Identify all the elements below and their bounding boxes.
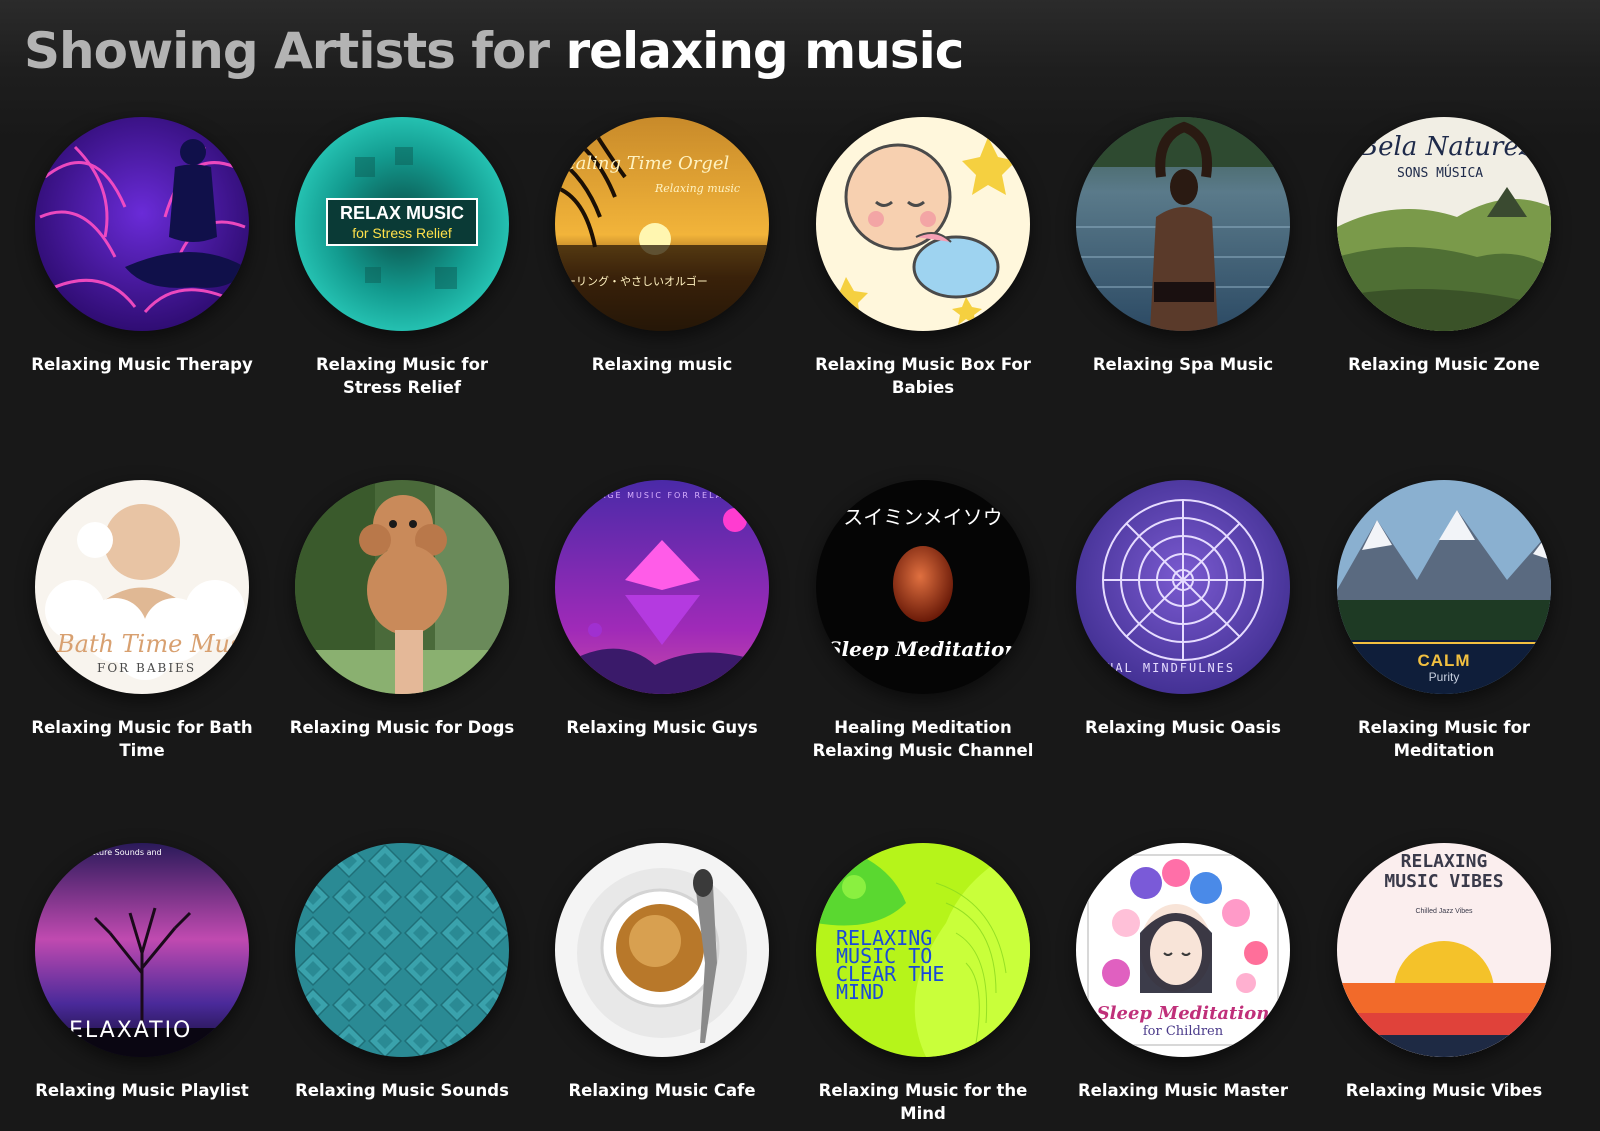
artist-grid: Relaxing Music Therapy RELAX MUSIC for S… — [0, 0, 1600, 1131]
sunset-palm-image[interactable]: ealing Time Orgel Relaxing music ーリング・やさ… — [555, 117, 769, 331]
purple-diamond-image[interactable]: AGE MUSIC FOR RELAX — [555, 480, 769, 694]
artist-card[interactable]: NAL MINDFULNES Relaxing Music Oasis — [1063, 480, 1303, 739]
artist-name[interactable]: Relaxing Music Guys — [547, 716, 777, 739]
sleeping-baby-image[interactable] — [816, 117, 1030, 331]
art-text: NAL MINDFULNES — [1106, 661, 1235, 675]
artist-name[interactable]: Relaxing Music Zone — [1329, 353, 1559, 376]
galaxy-tree-image[interactable]: Nature Sounds and ELAXATIO — [35, 843, 249, 1057]
artist-card[interactable]: Relaxing Music for Dogs — [282, 480, 522, 739]
artist-card[interactable]: CALM Purity Relaxing Music for Meditatio… — [1324, 480, 1564, 762]
flower-girl-image[interactable]: Sleep Meditation for Children — [1076, 843, 1290, 1057]
artist-card[interactable]: Relaxing Music Box For Babies — [803, 117, 1043, 399]
art-text: スイミンメイソウ — [843, 505, 1002, 529]
artist-name[interactable]: Relaxing Music for Stress Relief — [287, 353, 517, 399]
artist-card[interactable]: Relaxing Music Cafe — [542, 843, 782, 1102]
artist-name[interactable]: Relaxing Spa Music — [1068, 353, 1298, 376]
artist-name[interactable]: Relaxing Music Cafe — [547, 1079, 777, 1102]
artist-card[interactable]: RELAXING MUSIC VIBES Chilled Jazz Vibes … — [1324, 843, 1564, 1102]
artist-name[interactable]: Relaxing Music Vibes — [1329, 1079, 1559, 1102]
artist-card[interactable]: Relaxing Music Therapy — [22, 117, 262, 376]
meditation-figure-image[interactable] — [35, 117, 249, 331]
artist-card[interactable]: スイミンメイソウ Sleep Meditation Healing Medita… — [803, 480, 1043, 762]
art-text: SONS MÚSICA — [1397, 165, 1483, 181]
artist-name[interactable]: Relaxing Music for Bath Time — [27, 716, 257, 762]
artist-name[interactable]: Relaxing Music for Dogs — [287, 716, 517, 739]
art-text: MUSIC VIBES — [1384, 871, 1503, 892]
artist-name[interactable]: Relaxing Music Sounds — [287, 1079, 517, 1102]
neon-face-image[interactable]: RELAXING MUSIC TO CLEAR THE MIND — [816, 843, 1030, 1057]
artist-card[interactable]: ealing Time Orgel Relaxing music ーリング・やさ… — [542, 117, 782, 376]
artist-card[interactable]: AGE MUSIC FOR RELAX Relaxing Music Guys — [542, 480, 782, 739]
artist-name[interactable]: Relaxing Music Playlist — [27, 1079, 257, 1102]
artist-name[interactable]: Relaxing music — [547, 353, 777, 376]
relax-music-logo-image[interactable]: RELAX MUSIC for Stress Relief — [295, 117, 509, 331]
artist-name[interactable]: Relaxing Music Master — [1068, 1079, 1298, 1102]
mandala-image[interactable]: NAL MINDFULNES — [1076, 480, 1290, 694]
art-text: Relaxing music — [654, 182, 740, 195]
bath-baby-image[interactable]: Bath Time Mus FOR BABIES — [35, 480, 249, 694]
artist-card[interactable]: Bath Time Mus FOR BABIES Relaxing Music … — [22, 480, 262, 762]
sunset-stripes-image[interactable]: RELAXING MUSIC VIBES Chilled Jazz Vibes — [1337, 843, 1551, 1057]
art-text: ーリング・やさしいオルゴー — [565, 274, 708, 288]
red-moon-image[interactable]: スイミンメイソウ Sleep Meditation — [816, 480, 1030, 694]
art-text: for Stress Relief — [352, 225, 452, 241]
green-landscape-image[interactable]: Bela Naturez SONS MÚSICA — [1337, 117, 1551, 331]
art-text: Bela Naturez — [1358, 132, 1533, 162]
artist-card[interactable]: Relaxing Music Sounds — [282, 843, 522, 1102]
art-text: MIND — [836, 980, 884, 1004]
artist-card[interactable]: Nature Sounds and ELAXATIO Relaxing Musi… — [22, 843, 262, 1102]
artist-name[interactable]: Healing Meditation Relaxing Music Channe… — [808, 716, 1038, 762]
artist-card[interactable]: Sleep Meditation for Children Relaxing M… — [1063, 843, 1303, 1102]
artist-card[interactable]: Relaxing Spa Music — [1063, 117, 1303, 376]
poodle-puppy-image[interactable] — [295, 480, 509, 694]
artist-card[interactable]: RELAXING MUSIC TO CLEAR THE MIND Relaxin… — [803, 843, 1043, 1125]
mountain-forest-image[interactable]: CALM Purity — [1337, 480, 1551, 694]
art-text: Bath Time Mus — [56, 630, 242, 658]
artist-card[interactable]: Bela Naturez SONS MÚSICA Relaxing Music … — [1324, 117, 1564, 376]
art-text: ealing Time Orgel — [565, 153, 729, 174]
artist-name[interactable]: Relaxing Music Box For Babies — [808, 353, 1038, 399]
art-text: RELAX MUSIC — [340, 203, 464, 223]
art-text: RELAXING — [1401, 851, 1488, 872]
art-text: Sleep Meditation — [1097, 1003, 1270, 1024]
coffee-cup-image[interactable] — [555, 843, 769, 1057]
art-text: FOR BABIES — [97, 661, 196, 675]
artist-card[interactable]: RELAX MUSIC for Stress Relief Relaxing M… — [282, 117, 522, 399]
art-text: CALM — [1417, 651, 1470, 670]
artist-name[interactable]: Relaxing Music Oasis — [1068, 716, 1298, 739]
art-text: Chilled Jazz Vibes — [1415, 908, 1473, 915]
artist-name[interactable]: Relaxing Music Therapy — [27, 353, 257, 376]
infinity-pool-woman-image[interactable] — [1076, 117, 1290, 331]
art-text: for Children — [1143, 1024, 1224, 1039]
art-text: ELAXATIO — [69, 1018, 192, 1043]
art-text: Sleep Meditation — [827, 637, 1019, 661]
art-text: AGE MUSIC FOR RELAX — [600, 491, 731, 500]
artist-name[interactable]: Relaxing Music for Meditation — [1329, 716, 1559, 762]
art-text: Purity — [1429, 670, 1460, 684]
teal-pattern-image[interactable] — [295, 843, 509, 1057]
artist-name[interactable]: Relaxing Music for the Mind — [808, 1079, 1038, 1125]
art-text: Nature Sounds and — [85, 848, 162, 857]
